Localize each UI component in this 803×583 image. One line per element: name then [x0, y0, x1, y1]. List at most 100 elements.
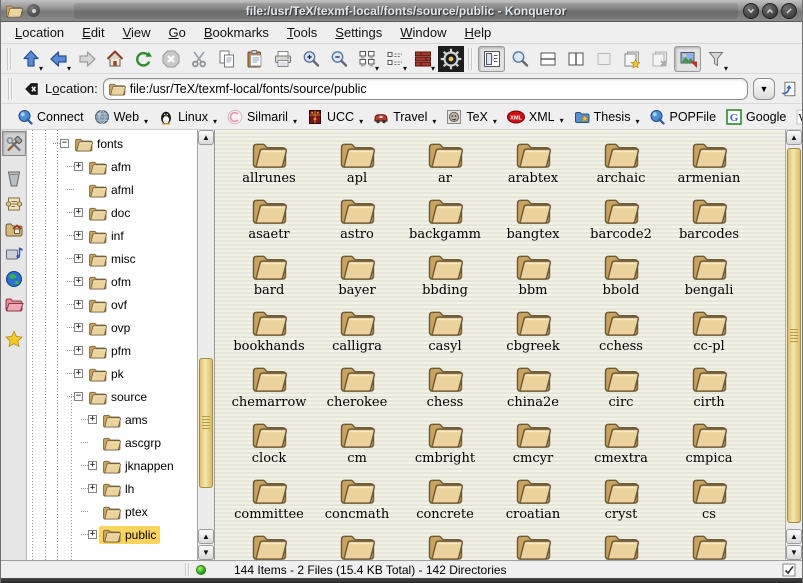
tree-expander[interactable]: +: [74, 231, 83, 240]
tree-expander[interactable]: +: [74, 369, 83, 378]
scroll-down-button[interactable]: ▼: [786, 545, 802, 560]
folder-item-bard[interactable]: bard: [225, 248, 313, 304]
statusbar-grip[interactable]: [185, 563, 190, 576]
bookmark-popfile[interactable]: POPFile: [645, 107, 720, 127]
reload-button[interactable]: [129, 46, 156, 72]
tree-item-inf[interactable]: + inf: [27, 224, 197, 247]
folder-item-cmcyr[interactable]: cmcyr: [489, 416, 577, 472]
tree-item-lh[interactable]: + lh: [27, 477, 197, 500]
close-button[interactable]: [781, 3, 797, 19]
bookmark-xml[interactable]: XMLXML▾: [503, 108, 568, 126]
menu-settings[interactable]: Settings: [327, 23, 390, 42]
folder-item-cherokee[interactable]: cherokee: [313, 360, 401, 416]
preview-images-button[interactable]: [674, 46, 701, 72]
scroll-up-button[interactable]: ▲: [786, 529, 802, 544]
folder-item-armenian[interactable]: armenian: [665, 136, 753, 192]
bookmark-google[interactable]: GGoogle: [722, 107, 790, 127]
folder-item-bbold[interactable]: bbold: [577, 248, 665, 304]
folder-item-clipped[interactable]: [225, 528, 313, 560]
split-view-left-right-button[interactable]: [562, 46, 589, 72]
folder-item-clipped[interactable]: [401, 528, 489, 560]
toolbar-grip[interactable]: [8, 78, 14, 100]
tree-item-source[interactable]: − source: [27, 385, 197, 408]
bookmark-connect[interactable]: Connect: [13, 107, 88, 127]
folder-item-apl[interactable]: apl: [313, 136, 401, 192]
folder-item-bayer[interactable]: bayer: [313, 248, 401, 304]
location-dropdown-button[interactable]: ▼: [753, 78, 775, 100]
menu-edit[interactable]: Edit: [74, 23, 112, 42]
bookmark-thesis[interactable]: Thesis▾: [570, 107, 644, 127]
folder-item-asaetr[interactable]: asaetr: [225, 192, 313, 248]
folder-item-bbding[interactable]: bbding: [401, 248, 489, 304]
folder-item-committee[interactable]: committee: [225, 472, 313, 528]
tree-expander[interactable]: −: [60, 139, 69, 148]
filter-button[interactable]: ▾: [702, 46, 729, 72]
list-view-button[interactable]: ▾: [381, 46, 408, 72]
sidebar-root-directory-button[interactable]: [2, 291, 26, 316]
forward-button[interactable]: [73, 46, 100, 72]
folder-item-bengali[interactable]: bengali: [665, 248, 753, 304]
folder-item-cmbright[interactable]: cmbright: [401, 416, 489, 472]
tree-item-pfm[interactable]: + pfm: [27, 339, 197, 362]
tree-expander[interactable]: +: [88, 415, 97, 424]
konqueror-gear-throbber[interactable]: [437, 46, 464, 72]
stop-button[interactable]: [157, 46, 184, 72]
scroll-up-button[interactable]: ▲: [786, 130, 802, 145]
menu-view[interactable]: View: [115, 23, 159, 42]
folder-item-arabtex[interactable]: arabtex: [489, 136, 577, 192]
folder-item-china2e[interactable]: china2e: [489, 360, 577, 416]
tree-expander[interactable]: +: [74, 162, 83, 171]
close-tab-button[interactable]: [646, 46, 673, 72]
tree-item-misc[interactable]: + misc: [27, 247, 197, 270]
scroll-up-button[interactable]: ▲: [198, 130, 214, 145]
split-view-top-bottom-button[interactable]: [534, 46, 561, 72]
tree-expander[interactable]: −: [74, 392, 83, 401]
folder-item-clipped[interactable]: [577, 528, 665, 560]
home-button[interactable]: [101, 46, 128, 72]
bookmark-ucc[interactable]: UCC▾: [303, 107, 367, 127]
tree-scrollbar[interactable]: ▲▲▼: [197, 130, 214, 560]
folder-item-bangtex[interactable]: bangtex: [489, 192, 577, 248]
folder-item-circ[interactable]: circ: [577, 360, 665, 416]
up-button[interactable]: ▾: [17, 46, 44, 72]
folder-item-casyl[interactable]: casyl: [401, 304, 489, 360]
new-tab-button[interactable]: [618, 46, 645, 72]
menu-bookmarks[interactable]: Bookmarks: [196, 23, 277, 42]
sidebar-config-button[interactable]: [2, 131, 26, 156]
menu-go[interactable]: Go: [161, 23, 194, 42]
scroll-up-button[interactable]: ▲: [198, 529, 214, 544]
folder-item-concmath[interactable]: concmath: [313, 472, 401, 528]
folder-item-allrunes[interactable]: allrunes: [225, 136, 313, 192]
cut-button[interactable]: [185, 46, 212, 72]
folder-item-cirth[interactable]: cirth: [665, 360, 753, 416]
scroll-down-button[interactable]: ▼: [198, 545, 214, 560]
copy-button[interactable]: [213, 46, 240, 72]
toolbar-grip[interactable]: [468, 48, 474, 70]
print-button[interactable]: [269, 46, 296, 72]
tree-item-fonts[interactable]: − fonts: [27, 132, 197, 155]
find-file-button[interactable]: [506, 46, 533, 72]
tree-item-afml[interactable]: afml: [27, 178, 197, 201]
folder-item-cs[interactable]: cs: [665, 472, 753, 528]
sidebar-bookmarks-button[interactable]: [2, 326, 26, 351]
scrollbar-thumb[interactable]: [787, 148, 801, 523]
folder-item-astro[interactable]: astro: [313, 192, 401, 248]
window-menu-button[interactable]: [27, 4, 40, 17]
bookmark-wikipedia[interactable]: WWikipedia: [792, 107, 803, 127]
folder-item-bookhands[interactable]: bookhands: [225, 304, 313, 360]
folder-item-cm[interactable]: cm: [313, 416, 401, 472]
folder-item-concrete[interactable]: concrete: [401, 472, 489, 528]
folder-item-clipped[interactable]: [489, 528, 577, 560]
sidebar-bookmark-tab-button[interactable]: [2, 166, 26, 191]
folder-item-calligra[interactable]: calligra: [313, 304, 401, 360]
folder-item-cryst[interactable]: cryst: [577, 472, 665, 528]
tree-expander[interactable]: +: [74, 254, 83, 263]
paste-button[interactable]: [241, 46, 268, 72]
active-view-checkbox-icon[interactable]: [782, 563, 796, 577]
back-button[interactable]: ▾: [45, 46, 72, 72]
tree-item-ptex[interactable]: ptex: [27, 500, 197, 523]
bookmark-web[interactable]: Web▾: [90, 107, 153, 127]
bookmark-linux[interactable]: Linux▾: [154, 107, 221, 127]
main-scrollbar[interactable]: ▲▲▼: [785, 130, 802, 560]
folder-item-clipped[interactable]: [313, 528, 401, 560]
